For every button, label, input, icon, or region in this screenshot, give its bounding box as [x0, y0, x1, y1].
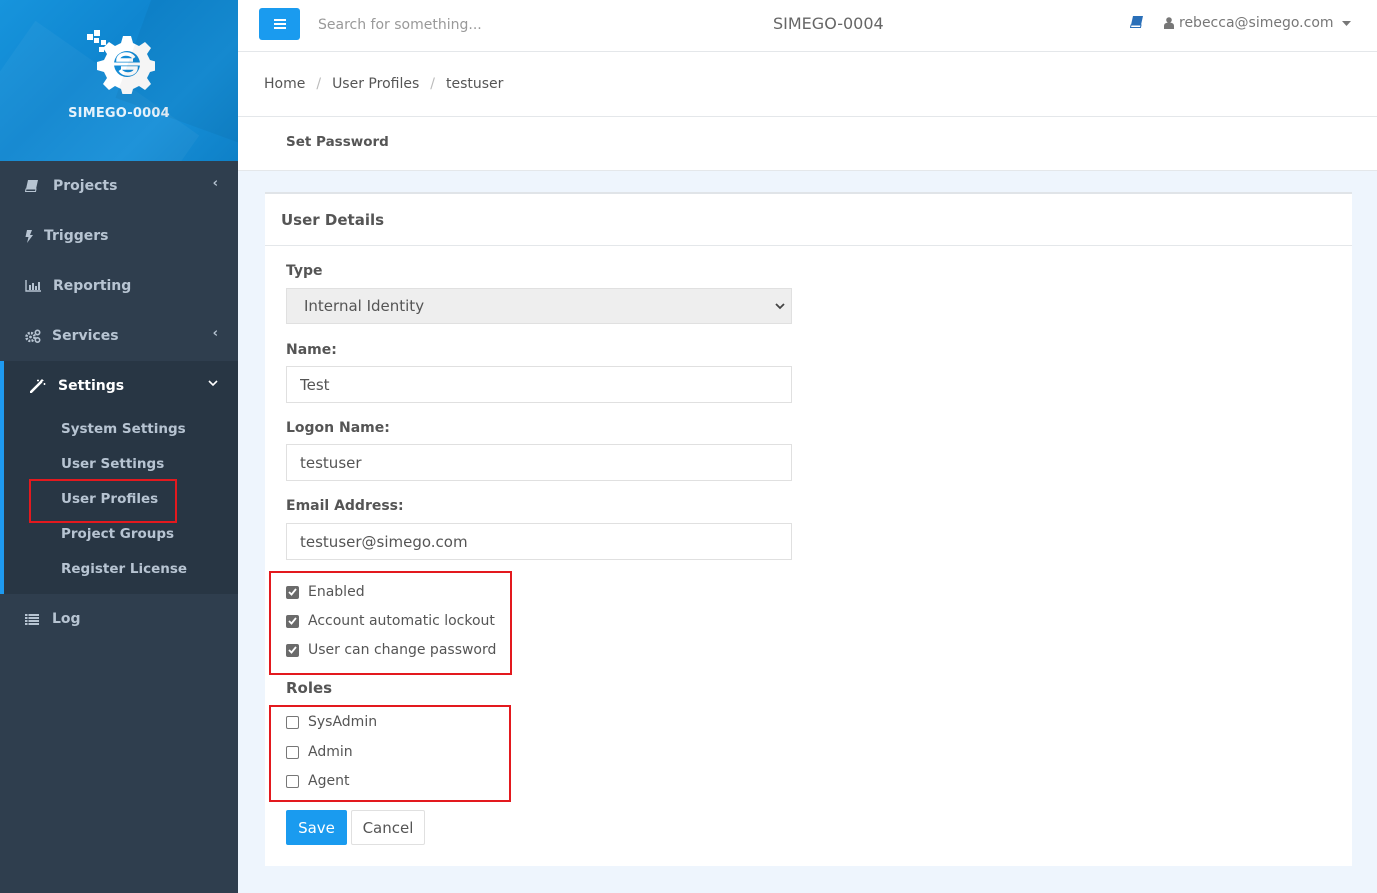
checkbox-label: Enabled [308, 584, 365, 600]
simego-logo-icon [87, 30, 155, 94]
sidebar-item-user-profiles[interactable]: User Profiles [4, 479, 238, 523]
chevron-left-icon: ‹ [212, 176, 218, 191]
name-label: Name: [286, 342, 337, 358]
sidebar: SIMEGO-0004 Projects ‹ Triggers Reportin… [0, 0, 238, 893]
bolt-icon [25, 229, 39, 243]
breadcrumb: Home / User Profiles / testuser [238, 52, 1377, 117]
breadcrumb-separator: / [316, 76, 322, 92]
save-button[interactable]: Save [286, 810, 347, 845]
user-menu-dropdown[interactable]: rebecca@simego.com [1164, 15, 1351, 31]
sidebar-item-label: Services [52, 328, 119, 344]
type-select-value: Internal Identity [304, 297, 425, 315]
type-label: Type [286, 263, 323, 279]
sidebar-item-user-settings[interactable]: User Settings [4, 446, 238, 481]
documentation-link[interactable] [1129, 16, 1143, 32]
checkbox-label: Admin [308, 744, 353, 760]
sidebar-group-settings: Settings System Settings User Settings U… [0, 361, 238, 594]
role-admin-checkbox[interactable]: Admin [286, 744, 353, 760]
sidebar-item-triggers[interactable]: Triggers [0, 211, 238, 261]
checkbox-checked-icon [286, 614, 299, 628]
sidebar-item-label: Reporting [53, 278, 132, 294]
breadcrumb-current: testuser [445, 76, 504, 92]
checkbox-unchecked-icon [286, 745, 299, 759]
sidebar-item-register-license[interactable]: Register License [4, 551, 238, 586]
checkbox-label: Account automatic lockout [308, 613, 495, 629]
sidebar-item-label: Projects [53, 178, 118, 194]
breadcrumb-user-profiles[interactable]: User Profiles [332, 76, 419, 92]
top-navbar: SIMEGO-0004 rebecca@simego.com [238, 0, 1377, 52]
chevron-down-icon [208, 376, 218, 391]
instance-title: SIMEGO-0004 [773, 14, 884, 33]
chevron-down-icon [775, 303, 785, 310]
list-icon [25, 613, 45, 625]
sidebar-item-system-settings[interactable]: System Settings [4, 411, 238, 446]
change-password-checkbox[interactable]: User can change password [286, 642, 496, 658]
checkbox-label: Agent [308, 773, 350, 789]
action-bar: Set Password [238, 117, 1377, 171]
user-email: rebecca@simego.com [1179, 15, 1334, 31]
email-input[interactable] [286, 523, 792, 560]
brand-header: SIMEGO-0004 [0, 0, 238, 161]
user-details-card: User Details Type Internal Identity Name… [265, 192, 1352, 866]
book-icon [1129, 16, 1143, 28]
logon-name-input[interactable] [286, 444, 792, 481]
checkbox-unchecked-icon [286, 774, 299, 788]
sidebar-item-label: Settings [58, 378, 125, 394]
sidebar-item-services[interactable]: Services ‹ [0, 311, 238, 361]
hamburger-icon [273, 19, 286, 29]
sidebar-item-label: Log [52, 611, 81, 627]
sidebar-nav: Projects ‹ Triggers Reporting Services ‹ [0, 161, 238, 644]
user-icon [1164, 17, 1174, 29]
logon-name-label: Logon Name: [286, 420, 390, 436]
checkbox-checked-icon [286, 585, 299, 599]
brand-name: SIMEGO-0004 [68, 106, 170, 121]
set-password-link[interactable]: Set Password [286, 134, 389, 150]
sidebar-item-projects[interactable]: Projects ‹ [0, 161, 238, 211]
role-sysadmin-checkbox[interactable]: SysAdmin [286, 714, 377, 730]
search-input[interactable] [318, 12, 618, 38]
sidebar-item-reporting[interactable]: Reporting [0, 261, 238, 311]
bar-chart-icon [25, 280, 47, 292]
checkbox-label: User can change password [308, 642, 497, 658]
settings-submenu: System Settings User Settings User Profi… [4, 411, 238, 586]
cancel-button[interactable]: Cancel [351, 810, 425, 845]
type-select[interactable]: Internal Identity [286, 288, 792, 324]
name-input[interactable] [286, 366, 792, 403]
chevron-left-icon: ‹ [212, 326, 218, 341]
roles-heading: Roles [286, 679, 333, 697]
checkbox-label: SysAdmin [308, 714, 378, 730]
account-lockout-checkbox[interactable]: Account automatic lockout [286, 613, 495, 629]
sidebar-item-label: User Profiles [61, 490, 159, 507]
role-agent-checkbox[interactable]: Agent [286, 773, 349, 789]
sidebar-item-settings[interactable]: Settings [4, 361, 238, 411]
magic-wand-icon [30, 379, 50, 393]
email-label: Email Address: [286, 498, 404, 514]
checkbox-checked-icon [286, 643, 299, 657]
enabled-checkbox[interactable]: Enabled [286, 584, 365, 600]
card-title: User Details [265, 194, 1352, 246]
sidebar-toggle-button[interactable] [259, 8, 300, 40]
sidebar-item-project-groups[interactable]: Project Groups [4, 516, 238, 551]
sidebar-item-log[interactable]: Log [0, 594, 238, 644]
breadcrumb-home[interactable]: Home [264, 76, 305, 92]
checkbox-unchecked-icon [286, 715, 299, 729]
sidebar-item-label: Triggers [44, 228, 109, 244]
breadcrumb-separator: / [430, 76, 435, 92]
cogs-icon [25, 329, 45, 343]
book-icon [25, 180, 45, 192]
caret-down-icon [1341, 20, 1351, 26]
